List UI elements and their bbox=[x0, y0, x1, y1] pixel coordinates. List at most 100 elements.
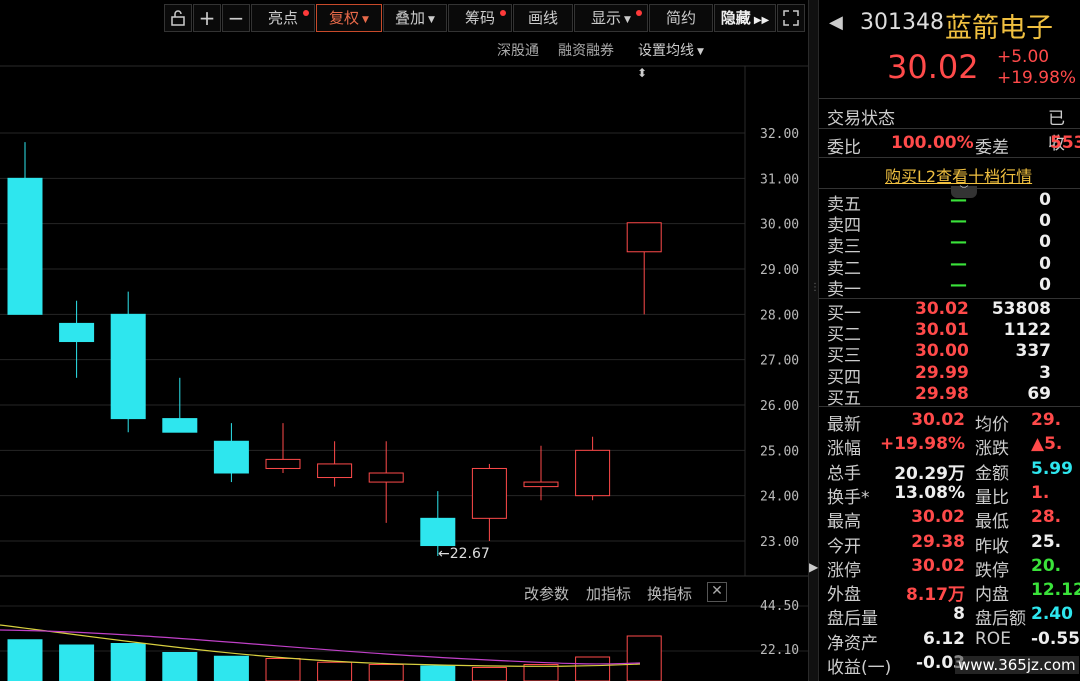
candles bbox=[7, 142, 662, 556]
back-arrow-icon[interactable]: ◀ bbox=[829, 12, 843, 33]
sell-level-volume: 0 bbox=[1039, 274, 1051, 295]
candle-body bbox=[420, 517, 456, 547]
divider bbox=[819, 128, 1080, 129]
buy-level-price: 30.00 bbox=[915, 341, 969, 362]
divider bbox=[819, 157, 1080, 158]
candle-body bbox=[110, 313, 146, 420]
buy-level-volume: 69 bbox=[1027, 383, 1051, 404]
stat-value: 6.12 bbox=[923, 628, 965, 649]
sell-level-volume: 0 bbox=[1039, 232, 1051, 253]
ma-line bbox=[0, 629, 641, 665]
stat-value: 2.40 bbox=[1031, 604, 1073, 625]
y-tick-label: 24.00 bbox=[760, 490, 799, 505]
buy-level-volume: 3 bbox=[1039, 362, 1051, 383]
candle-body bbox=[626, 222, 662, 253]
stat-value: 12.12 bbox=[1031, 580, 1080, 601]
candle-body bbox=[317, 463, 353, 479]
volume-bar bbox=[265, 658, 301, 681]
add-indicator-button[interactable]: 加指标 bbox=[586, 583, 631, 604]
stat-value: 8 bbox=[953, 604, 965, 625]
buy-level-price: 29.99 bbox=[915, 362, 969, 383]
volume-bar bbox=[317, 661, 353, 681]
stat-label: 盘后额 bbox=[975, 609, 1026, 630]
volume-bar bbox=[471, 667, 507, 681]
expand-arrow-icon[interactable]: ▶ bbox=[809, 560, 818, 574]
stat-label: 涨停 bbox=[827, 560, 861, 581]
status-label: 交易状态 bbox=[827, 109, 895, 129]
order-ratio-label: 委比 bbox=[827, 138, 861, 158]
volume-tick-mid: 22.10 bbox=[760, 643, 800, 658]
stat-label: 昨收 bbox=[975, 536, 1009, 557]
buy-level-volume: 53808 bbox=[991, 299, 1051, 319]
divider bbox=[819, 98, 1080, 99]
stat-value: 30.02 bbox=[911, 507, 965, 528]
volume-bar bbox=[523, 664, 559, 681]
order-ratio-value: 100.00% bbox=[891, 133, 974, 153]
candle-body bbox=[213, 440, 249, 474]
buy-level-price: 29.98 bbox=[915, 383, 969, 404]
candle-body bbox=[265, 458, 301, 469]
volume-bar bbox=[368, 664, 404, 681]
stat-label: 量比 bbox=[975, 487, 1009, 508]
stat-value: 29.38 bbox=[911, 531, 965, 552]
volume-bar bbox=[213, 655, 249, 681]
stat-label: 最高 bbox=[827, 512, 861, 533]
volume-bar bbox=[420, 665, 456, 681]
stat-label: 涨跌 bbox=[975, 439, 1009, 460]
sell-level-volume: 0 bbox=[1039, 211, 1051, 232]
stat-value: 1. bbox=[1031, 482, 1050, 503]
y-tick-label: 26.00 bbox=[760, 399, 799, 414]
sell-level-volume: 0 bbox=[1039, 253, 1051, 274]
quote-panel: ◀ 301348 蓝箭电子 30.02 +5.00 +19.98% 交易状态 已… bbox=[818, 0, 1080, 681]
candle-body bbox=[523, 481, 559, 488]
order-diff-value: 553 bbox=[1050, 133, 1080, 153]
change-params-button[interactable]: 改参数 bbox=[524, 583, 569, 604]
l2-upgrade-link[interactable]: 购买L2查看十档行情 bbox=[885, 163, 1032, 187]
stat-value: 8.17万 bbox=[906, 585, 965, 606]
watermark: www.365jz.com bbox=[955, 656, 1079, 674]
sell-level-price: — bbox=[950, 253, 967, 274]
stat-label: 外盘 bbox=[827, 585, 861, 606]
divider bbox=[819, 406, 1080, 407]
stat-value: 5.99 bbox=[1031, 458, 1073, 479]
volume-bars bbox=[0, 624, 662, 681]
stat-label: 换手* bbox=[827, 487, 870, 508]
y-tick-label: 27.00 bbox=[760, 354, 799, 369]
volume-bar bbox=[575, 656, 611, 681]
stat-value: 30.02 bbox=[911, 555, 965, 576]
stat-label: ROE bbox=[975, 628, 1011, 649]
stat-value: 29. bbox=[1031, 410, 1062, 430]
stat-value: 28. bbox=[1031, 507, 1062, 528]
stock-name: 蓝箭电子 bbox=[945, 13, 1053, 44]
stat-value: 25. bbox=[1031, 531, 1062, 552]
y-tick-label: 28.00 bbox=[760, 308, 799, 323]
stock-code: 301348 bbox=[860, 10, 944, 35]
y-tick-label: 23.00 bbox=[760, 535, 799, 550]
y-tick-label: 32.00 bbox=[760, 127, 799, 142]
y-tick-label: 29.00 bbox=[760, 263, 799, 278]
sell-level-price: — bbox=[950, 190, 967, 210]
candle-body bbox=[368, 472, 404, 483]
sell-level-price: — bbox=[950, 211, 967, 232]
candle-body bbox=[575, 449, 611, 497]
close-icon[interactable]: ✕ bbox=[707, 582, 727, 602]
sell-level-label: 卖一 bbox=[827, 279, 861, 300]
stat-label: 跌停 bbox=[975, 560, 1009, 581]
y-tick-label: 31.00 bbox=[760, 172, 799, 187]
volume-bar bbox=[626, 635, 662, 681]
stat-label: 总手 bbox=[827, 463, 861, 484]
order-diff-label: 委差 bbox=[975, 138, 1009, 158]
kline-chart[interactable]: 32.00 31.00 30.00 29.00 28.00 27.00 26.00 25.00… bbox=[0, 0, 808, 681]
swap-indicator-button[interactable]: 换指标 bbox=[647, 583, 692, 604]
buy-level-volume: 337 bbox=[1015, 341, 1052, 362]
y-tick-label: 25.00 bbox=[760, 444, 799, 459]
stat-value: 13.08% bbox=[894, 482, 965, 503]
stat-value: -0.55 bbox=[1031, 628, 1080, 649]
stat-label: 最新 bbox=[827, 415, 861, 435]
price-change-pct: +19.98% bbox=[997, 68, 1077, 88]
y-tick-label: 30.00 bbox=[760, 218, 799, 233]
stat-label: 净资产 bbox=[827, 633, 878, 654]
buy-level-price: 30.01 bbox=[915, 320, 969, 341]
sell-level-price: — bbox=[950, 232, 967, 253]
stat-value: ▲5. bbox=[1031, 434, 1063, 455]
